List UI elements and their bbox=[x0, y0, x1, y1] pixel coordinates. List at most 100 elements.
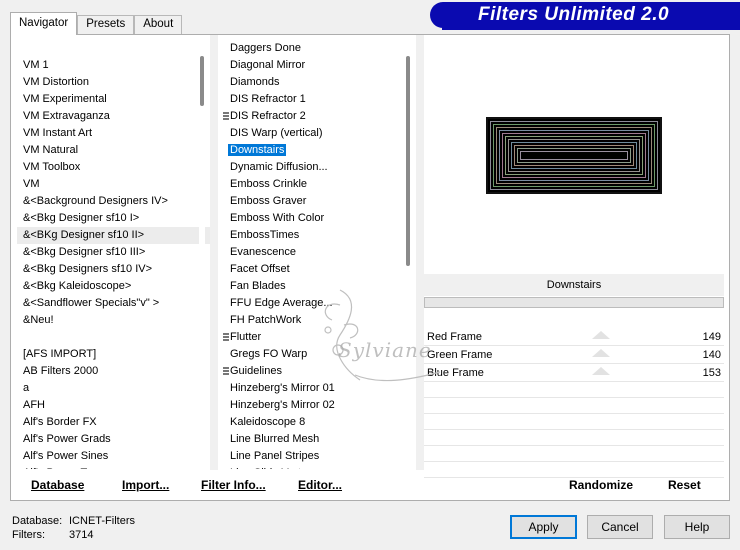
tab-navigator[interactable]: Navigator bbox=[10, 12, 78, 35]
filter-item-label: Downstairs bbox=[228, 144, 287, 156]
category-list[interactable]: VM 1 VM Distortion VM Experimental VM Extra… bbox=[17, 40, 212, 469]
reset-button[interactable]: Reset bbox=[668, 478, 701, 492]
category-item[interactable]: Alf's Power Toys bbox=[17, 465, 212, 469]
category-item[interactable]: VM 1 bbox=[17, 57, 212, 74]
filter-list[interactable]: Daggers Done Diagonal Mirror Diamonds DIS R… bbox=[222, 40, 417, 469]
filter-item[interactable]: Line Slide Vert bbox=[222, 465, 417, 469]
category-item[interactable]: a bbox=[17, 380, 212, 397]
category-item[interactable]: &<Bkg Designer sf10 III> bbox=[17, 244, 212, 261]
param-value: 140 bbox=[702, 349, 721, 361]
import-button[interactable]: Import... bbox=[122, 478, 169, 492]
filter-item[interactable]: Downstairs bbox=[222, 142, 417, 159]
status-database: Database: ICNET-Filters bbox=[12, 515, 135, 527]
status-filters: Filters: 3714 bbox=[12, 529, 93, 541]
editor-button[interactable]: Editor... bbox=[298, 478, 342, 492]
category-item[interactable]: &<Bkg Kaleidoscope> bbox=[17, 278, 212, 295]
category-scrollbar[interactable] bbox=[199, 40, 205, 469]
database-button[interactable]: Database bbox=[31, 478, 84, 492]
filter-item[interactable]: EmbossTimes bbox=[222, 227, 417, 244]
filter-item[interactable]: Facet Offset bbox=[222, 261, 417, 278]
category-scroll-thumb[interactable] bbox=[200, 56, 204, 106]
filter-item[interactable]: Guidelines bbox=[222, 363, 417, 380]
filter-item[interactable]: DIS Refractor 2 bbox=[222, 108, 417, 125]
param-green-frame[interactable]: Green Frame 140 bbox=[424, 346, 724, 364]
filter-item[interactable]: FH PatchWork bbox=[222, 312, 417, 329]
category-item[interactable]: &<BKg Designer sf10 II> bbox=[17, 227, 212, 244]
filter-item[interactable]: Emboss Graver bbox=[222, 193, 417, 210]
category-item[interactable]: Alf's Border FX bbox=[17, 414, 212, 431]
slider-thumb-icon[interactable] bbox=[592, 349, 610, 357]
randomize-button[interactable]: Randomize bbox=[569, 478, 633, 492]
list-marker-icon bbox=[223, 112, 229, 121]
category-item[interactable]: &<Bkg Designer sf10 I> bbox=[17, 210, 212, 227]
category-item[interactable]: &<Bkg Designers sf10 IV> bbox=[17, 261, 212, 278]
progress-bar bbox=[424, 297, 724, 308]
status-filters-value: 3714 bbox=[69, 529, 94, 541]
category-item[interactable]: VM Toolbox bbox=[17, 159, 212, 176]
param-empty-row bbox=[424, 430, 724, 446]
param-empty-row bbox=[424, 382, 724, 398]
param-blue-frame[interactable]: Blue Frame 153 bbox=[424, 364, 724, 382]
filter-item[interactable]: Line Blurred Mesh bbox=[222, 431, 417, 448]
filter-item[interactable]: Emboss Crinkle bbox=[222, 176, 417, 193]
parameter-list: Red Frame 149 Green Frame 140 Blue Frame… bbox=[424, 328, 724, 478]
filter-item[interactable]: DIS Refractor 1 bbox=[222, 91, 417, 108]
filter-info-button[interactable]: Filter Info... bbox=[201, 478, 266, 492]
category-item[interactable]: AB Filters 2000 bbox=[17, 363, 212, 380]
param-label: Blue Frame bbox=[427, 367, 484, 379]
filter-item[interactable]: Diagonal Mirror bbox=[222, 57, 417, 74]
filter-item[interactable]: Evanescence bbox=[222, 244, 417, 261]
category-item[interactable]: &<Background Designers IV> bbox=[17, 193, 212, 210]
category-item[interactable]: VM bbox=[17, 176, 212, 193]
list-marker-icon bbox=[223, 333, 229, 342]
category-item[interactable]: [AFS IMPORT] bbox=[17, 346, 212, 363]
filter-item[interactable]: Emboss With Color bbox=[222, 210, 417, 227]
category-item[interactable]: Alf's Power Sines bbox=[17, 448, 212, 465]
filter-item[interactable]: DIS Warp (vertical) bbox=[222, 125, 417, 142]
category-item[interactable]: Alf's Power Grads bbox=[17, 431, 212, 448]
filter-item[interactable]: FFU Edge Average... bbox=[222, 295, 417, 312]
param-value: 153 bbox=[702, 367, 721, 379]
category-item[interactable]: &Neu! bbox=[17, 312, 212, 329]
category-item[interactable]: VM Instant Art bbox=[17, 125, 212, 142]
category-item[interactable]: AFH bbox=[17, 397, 212, 414]
filter-item[interactable]: Hinzeberg's Mirror 02 bbox=[222, 397, 417, 414]
filter-item[interactable]: Daggers Done bbox=[222, 40, 417, 57]
slider-thumb-icon[interactable] bbox=[592, 367, 610, 375]
param-value: 149 bbox=[702, 331, 721, 343]
param-empty-row bbox=[424, 462, 724, 478]
category-item[interactable]: VM Distortion bbox=[17, 74, 212, 91]
filter-item[interactable]: Hinzeberg's Mirror 01 bbox=[222, 380, 417, 397]
selected-filter-name: Downstairs bbox=[424, 274, 724, 296]
filter-item[interactable]: Flutter bbox=[222, 329, 417, 346]
filter-item[interactable]: Gregs FO Warp bbox=[222, 346, 417, 363]
apply-button[interactable]: Apply bbox=[510, 515, 577, 539]
list-divider bbox=[416, 35, 424, 470]
category-item[interactable]: &<Sandflower Specials"v" > bbox=[17, 295, 212, 312]
param-empty-row bbox=[424, 414, 724, 430]
help-button[interactable]: Help bbox=[664, 515, 730, 539]
filter-item[interactable]: Diamonds bbox=[222, 74, 417, 91]
cancel-button[interactable]: Cancel bbox=[587, 515, 653, 539]
filter-item[interactable]: Line Panel Stripes bbox=[222, 448, 417, 465]
param-red-frame[interactable]: Red Frame 149 bbox=[424, 328, 724, 346]
filter-item[interactable]: Fan Blades bbox=[222, 278, 417, 295]
category-item[interactable]: VM Natural bbox=[17, 142, 212, 159]
slider-thumb-icon[interactable] bbox=[592, 331, 610, 339]
filter-item[interactable]: Dynamic Diffusion... bbox=[222, 159, 417, 176]
tab-bar: Navigator Presets About bbox=[10, 12, 183, 35]
filter-item[interactable]: Kaleidoscope 8 bbox=[222, 414, 417, 431]
tab-about[interactable]: About bbox=[134, 15, 183, 35]
preview-image bbox=[486, 117, 662, 194]
category-item[interactable] bbox=[17, 329, 212, 346]
list-marker-icon bbox=[223, 367, 229, 376]
tab-presets[interactable]: Presets bbox=[77, 15, 135, 35]
app-title-banner: Filters Unlimited 2.0 bbox=[430, 2, 740, 30]
filter-scrollbar[interactable] bbox=[405, 40, 411, 469]
param-label: Red Frame bbox=[427, 331, 483, 343]
category-item[interactable]: VM Experimental bbox=[17, 91, 212, 108]
category-item[interactable]: VM Extravaganza bbox=[17, 108, 212, 125]
param-label: Green Frame bbox=[427, 349, 493, 361]
filter-scroll-thumb[interactable] bbox=[406, 56, 410, 266]
param-empty-row bbox=[424, 446, 724, 462]
